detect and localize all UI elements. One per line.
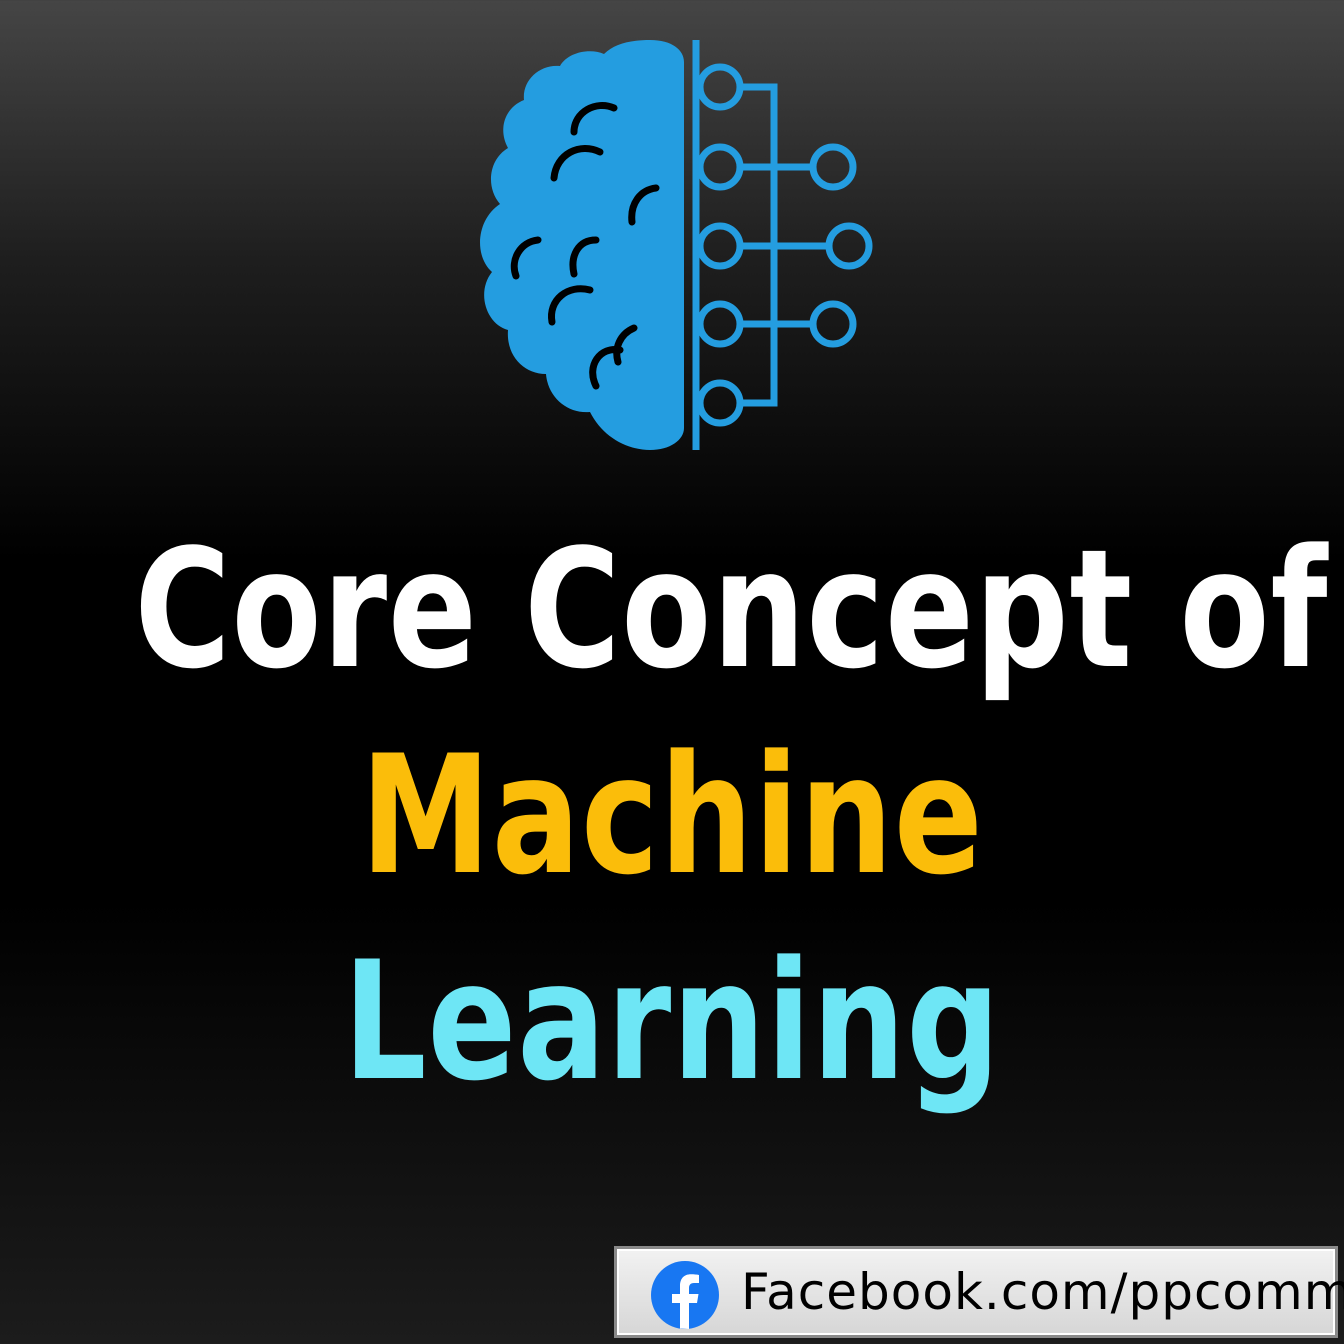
brain-circuit-icon: [480, 40, 873, 450]
title-line-core-concept: Core Concept of: [134, 514, 1329, 705]
title-line-learning: Learning: [343, 926, 1001, 1117]
title-line-machine: Machine: [360, 720, 984, 911]
brain-hemisphere: [480, 40, 684, 450]
circuit-nodes: [692, 40, 873, 450]
facebook-link-text[interactable]: Facebook.com/ppcomm: [741, 1249, 1344, 1335]
facebook-link-badge[interactable]: Facebook.com/ppcomm: [614, 1246, 1344, 1338]
facebook-icon: [651, 1261, 719, 1329]
